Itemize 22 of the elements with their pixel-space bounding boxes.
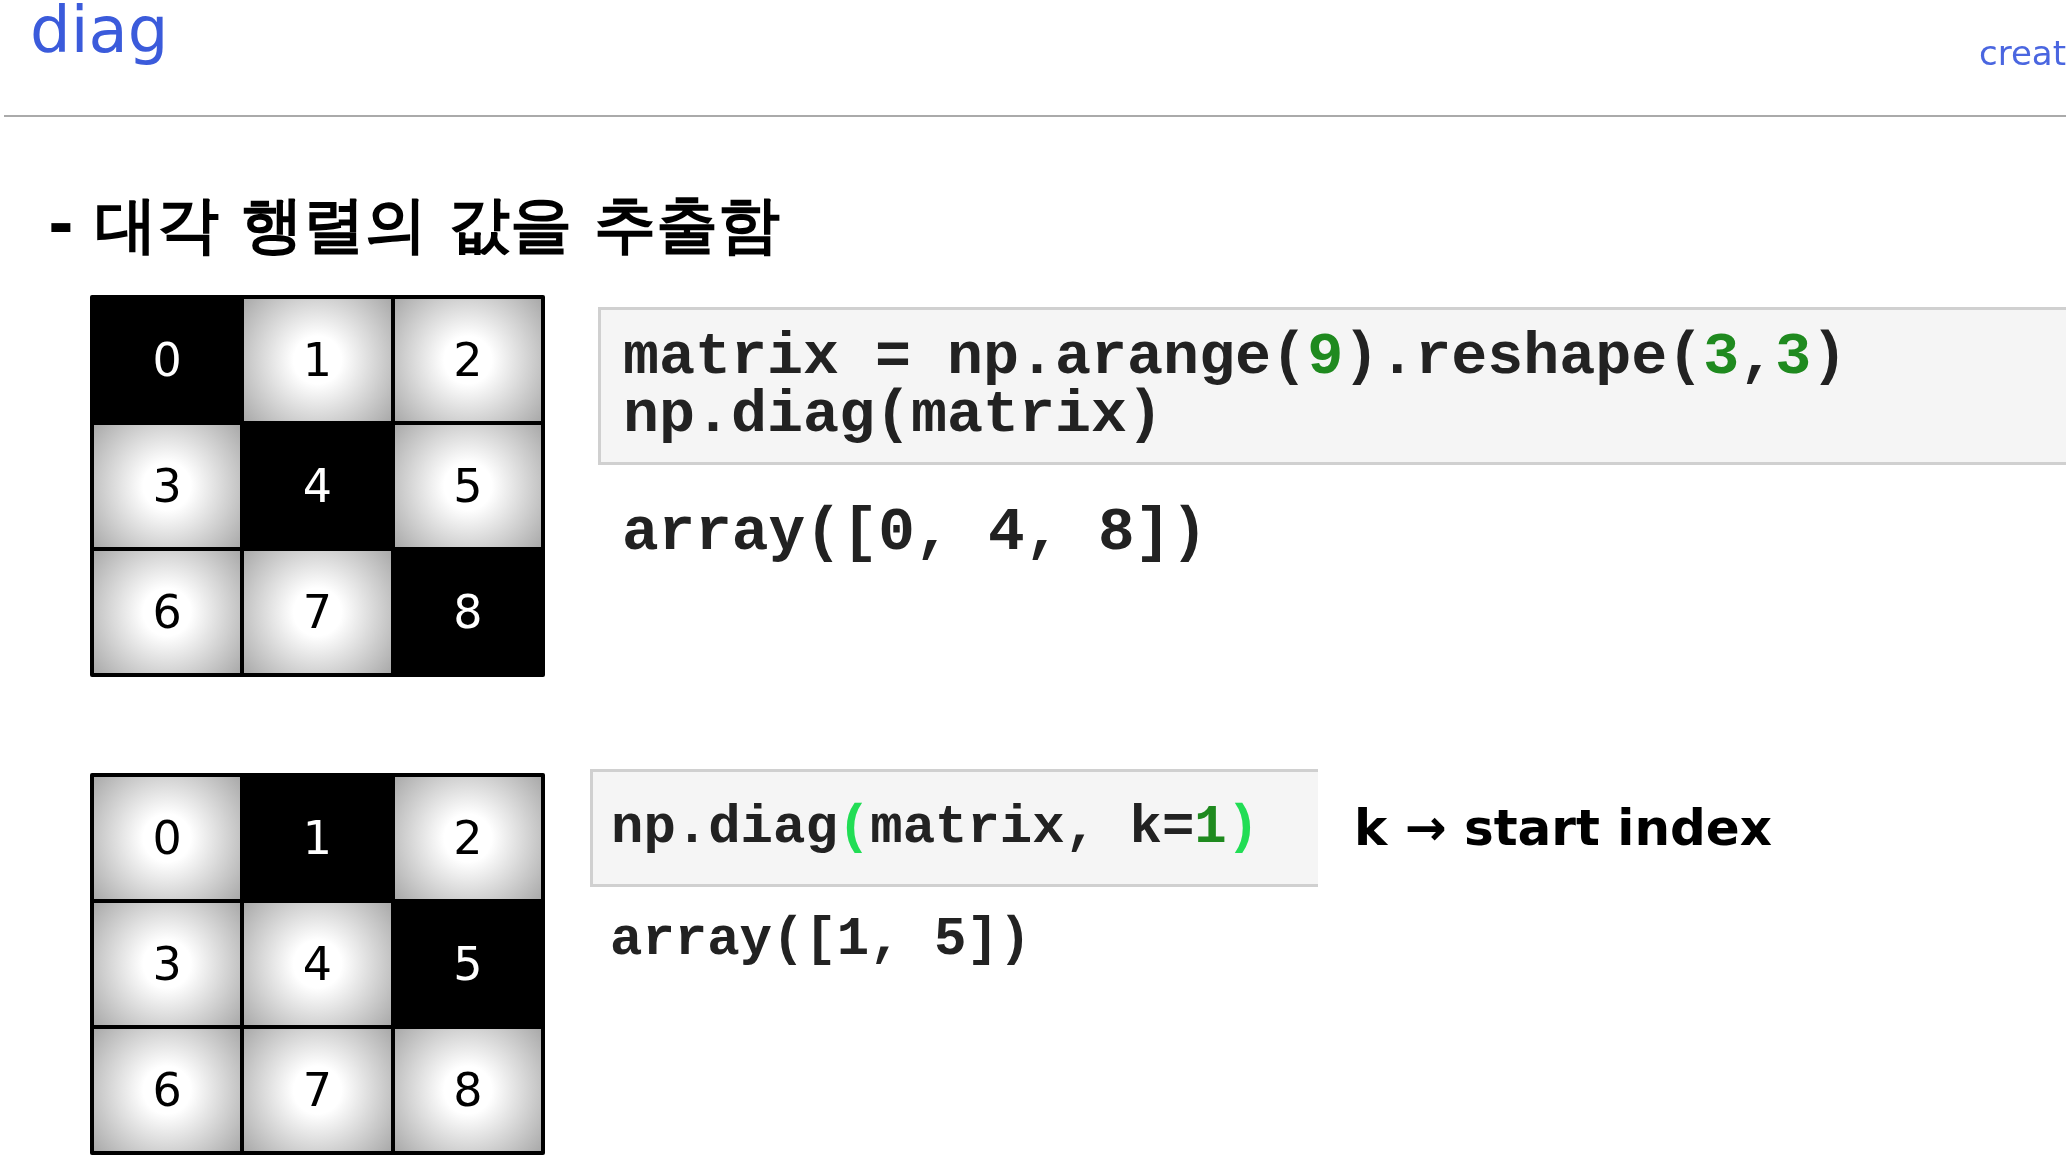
matrix-cell: 2 bbox=[394, 299, 541, 421]
heading: - 대각 행렬의 값을 추출함 bbox=[48, 187, 782, 263]
matrix-cell: 2 bbox=[394, 777, 541, 899]
matrix-cell: 0 bbox=[94, 777, 241, 899]
matrix-cell: 3 bbox=[94, 903, 241, 1025]
matrix-cell: 6 bbox=[94, 551, 241, 673]
matrix-cell: 7 bbox=[244, 1029, 391, 1151]
matrix-cell: 5 bbox=[394, 425, 541, 547]
annotation-text: k → start index bbox=[1354, 797, 1773, 859]
code-output: array([0, 4, 8]) bbox=[621, 497, 1209, 569]
header-link[interactable]: creat bbox=[1979, 28, 2066, 79]
matrix-cell: 4 bbox=[244, 903, 391, 1025]
page-title: diag bbox=[30, 0, 169, 66]
code-line: matrix = np.arange(9).reshape(3,3) bbox=[623, 328, 1849, 386]
matrix-cell: 1 bbox=[244, 299, 391, 421]
matrix-cell: 6 bbox=[94, 1029, 241, 1151]
matrix-cell: 7 bbox=[244, 551, 391, 673]
matrix-cell: 3 bbox=[94, 425, 241, 547]
code-output: array([1, 5]) bbox=[609, 908, 1033, 972]
code-line: np.diag(matrix, k=1) bbox=[611, 796, 1261, 860]
code-line: np.diag(matrix) bbox=[623, 386, 1164, 444]
matrix-cell: 8 bbox=[394, 1029, 541, 1151]
